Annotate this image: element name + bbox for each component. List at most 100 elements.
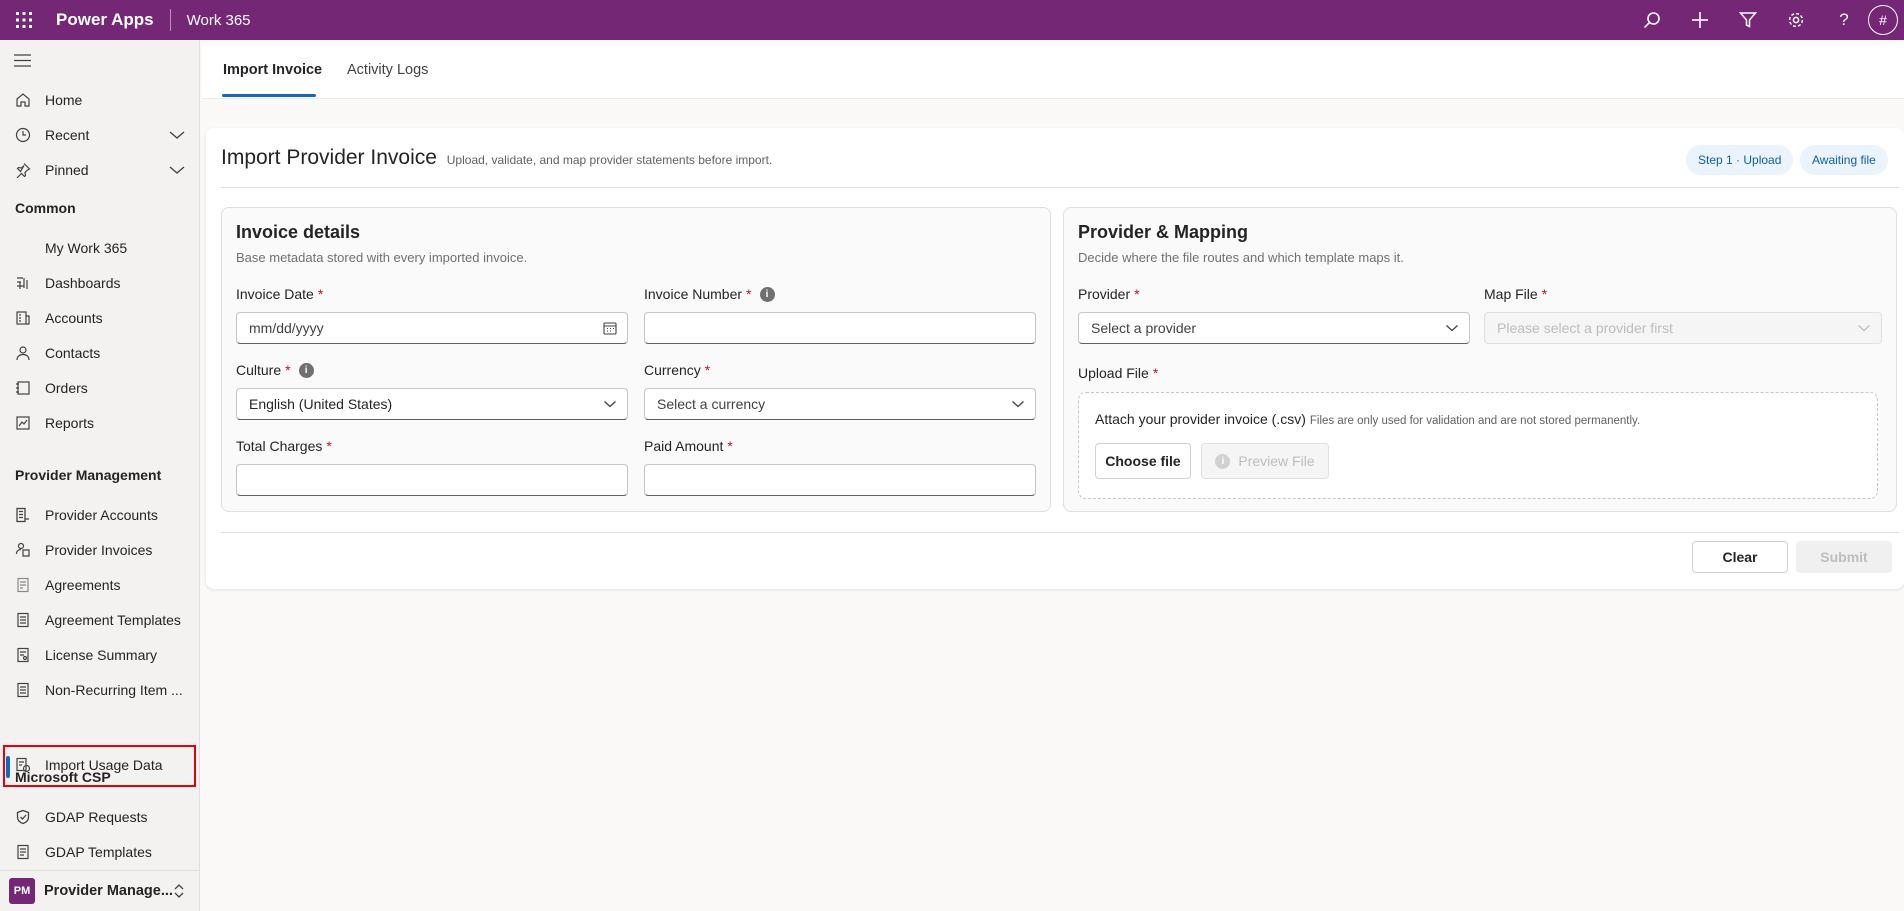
area-switcher[interactable]: PM Provider Manage... xyxy=(0,870,199,911)
sidebar-item-label: GDAP Templates xyxy=(45,843,152,860)
sidebar-item-label: Agreement Templates xyxy=(45,611,181,628)
sidebar-item-recent[interactable]: Recent xyxy=(0,117,199,152)
clock-icon xyxy=(0,127,45,143)
sidebar-item-dashboards[interactable]: Dashboards xyxy=(0,265,199,300)
invoice-details-subtitle: Base metadata stored with every imported… xyxy=(236,250,528,265)
sidebar-item-my-work-365[interactable]: My Work 365 xyxy=(0,230,199,265)
map-file-select[interactable]: Please select a provider first xyxy=(1484,312,1882,344)
invoice-date-field[interactable]: mm/dd/yyyy xyxy=(236,312,628,344)
calendar-icon[interactable] xyxy=(603,321,617,338)
sidebar-item-label: Pinned xyxy=(45,161,89,178)
chevron-down-icon[interactable] xyxy=(169,127,185,143)
sidebar-item-label: Agreements xyxy=(45,576,121,593)
sidebar-item-pinned[interactable]: Pinned xyxy=(0,152,199,187)
contact-icon xyxy=(0,345,45,361)
environment-name[interactable]: Work 365 xyxy=(187,12,251,29)
invoice-details-panel: Invoice details Base metadata stored wit… xyxy=(221,207,1051,512)
sidebar-item-label: Non-Recurring Item ... xyxy=(45,681,183,698)
sidebar-item-reports[interactable]: Reports xyxy=(0,405,199,440)
chevron-down-icon[interactable] xyxy=(169,162,185,178)
help-icon[interactable]: ? xyxy=(1820,0,1868,40)
app-name[interactable]: Power Apps xyxy=(56,10,154,30)
user-avatar[interactable]: # xyxy=(1868,5,1898,35)
chevron-up-down-icon[interactable] xyxy=(173,883,185,904)
import-invoice-card: Import Provider Invoice Upload, validate… xyxy=(206,128,1904,589)
culture-value: English (United States) xyxy=(249,396,393,412)
required-mark: * xyxy=(285,362,291,378)
license-summary-icon xyxy=(0,647,45,663)
sidebar-nav: Home Recent Pinned Common My Work 365 Da… xyxy=(0,40,200,911)
hamburger-menu-icon[interactable] xyxy=(14,54,31,72)
footer-divider xyxy=(221,532,1899,533)
new-icon[interactable] xyxy=(1676,0,1724,40)
attach-note: Files are only used for validation and a… xyxy=(1309,415,1641,427)
provider-label: Provider * xyxy=(1078,286,1140,302)
pin-icon xyxy=(0,162,45,178)
sidebar-item-label: Reports xyxy=(45,414,95,431)
provider-placeholder: Select a provider xyxy=(1091,320,1197,336)
info-icon[interactable]: i xyxy=(759,286,775,302)
sidebar-item-agreement-templates[interactable]: Agreement Templates xyxy=(0,602,199,637)
sidebar-item-non-recurring-items[interactable]: Non-Recurring Item ... xyxy=(0,672,199,707)
sidebar-item-contacts[interactable]: Contacts xyxy=(0,335,199,370)
section-title-common: Common xyxy=(15,200,76,216)
upload-file-label: Upload File * xyxy=(1078,365,1159,381)
invoice-number-input[interactable] xyxy=(644,312,1036,344)
paid-amount-input[interactable] xyxy=(644,464,1036,496)
app-header: Power Apps Work 365 ? # xyxy=(0,0,1904,40)
invoice-details-title: Invoice details xyxy=(236,222,361,242)
map-file-label: Map File * xyxy=(1484,286,1548,302)
area-badge: PM xyxy=(9,878,35,904)
culture-select[interactable]: English (United States) xyxy=(236,388,628,420)
clear-button[interactable]: Clear xyxy=(1692,541,1788,573)
sidebar-item-label: Contacts xyxy=(45,344,101,361)
step-badge: Step 1 · Upload xyxy=(1686,145,1794,175)
sidebar-item-home[interactable]: Home xyxy=(0,82,199,117)
currency-placeholder: Select a currency xyxy=(657,396,766,412)
required-mark: * xyxy=(746,286,752,302)
sidebar-item-provider-accounts[interactable]: Provider Accounts xyxy=(0,497,199,532)
tab-activity-logs[interactable]: Activity Logs xyxy=(347,62,428,78)
filter-icon[interactable] xyxy=(1724,0,1772,40)
currency-select[interactable]: Select a currency xyxy=(644,388,1036,420)
submit-button[interactable]: Submit xyxy=(1796,541,1892,573)
sidebar-item-orders[interactable]: Orders xyxy=(0,370,199,405)
sidebar-item-gdap-templates[interactable]: GDAP Templates xyxy=(0,834,199,869)
page-title: Import Provider Invoice xyxy=(221,146,437,169)
file-dropzone[interactable]: Attach your provider invoice (.csv) Files… xyxy=(1078,392,1878,499)
settings-gear-icon[interactable] xyxy=(1772,0,1820,40)
orders-icon xyxy=(0,380,45,396)
provider-accounts-icon xyxy=(0,507,45,523)
provider-invoices-icon xyxy=(0,542,45,558)
info-icon[interactable]: i xyxy=(298,362,314,378)
non-recurring-icon xyxy=(0,682,45,698)
choose-file-button[interactable]: Choose file xyxy=(1095,443,1191,479)
dashboard-icon xyxy=(0,275,45,291)
sidebar-item-label: Accounts xyxy=(45,309,103,326)
active-tab-indicator xyxy=(222,94,316,97)
tab-import-invoice[interactable]: Import Invoice xyxy=(223,62,322,78)
sidebar-item-label: Dashboards xyxy=(45,274,121,291)
preview-file-button[interactable]: i Preview File xyxy=(1201,443,1329,479)
provider-mapping-subtitle: Decide where the file routes and which t… xyxy=(1078,250,1404,265)
sidebar-item-accounts[interactable]: Accounts xyxy=(0,300,199,335)
search-icon[interactable] xyxy=(1628,0,1676,40)
status-badge: Awaiting file xyxy=(1800,145,1888,175)
sidebar-item-provider-invoices[interactable]: Provider Invoices xyxy=(0,532,199,567)
sidebar-item-label: Orders xyxy=(45,379,88,396)
sidebar-item-gdap-requests[interactable]: GDAP Requests xyxy=(0,799,199,834)
app-launcher-icon[interactable] xyxy=(0,0,48,40)
total-charges-input[interactable] xyxy=(236,464,628,496)
sidebar-item-label: License Summary xyxy=(45,646,158,663)
info-icon: i xyxy=(1215,453,1231,469)
chevron-down-icon xyxy=(1857,321,1871,338)
page-subtitle: Upload, validate, and map provider state… xyxy=(446,153,773,167)
gdap-requests-icon xyxy=(0,809,45,825)
invoice-date-placeholder: mm/dd/yyyy xyxy=(249,320,324,336)
chevron-down-icon xyxy=(603,397,617,414)
reports-icon xyxy=(0,415,45,431)
agreement-templates-icon xyxy=(0,612,45,628)
sidebar-item-agreements[interactable]: Agreements xyxy=(0,567,199,602)
provider-select[interactable]: Select a provider xyxy=(1078,312,1470,344)
sidebar-item-license-summary[interactable]: License Summary xyxy=(0,637,199,672)
